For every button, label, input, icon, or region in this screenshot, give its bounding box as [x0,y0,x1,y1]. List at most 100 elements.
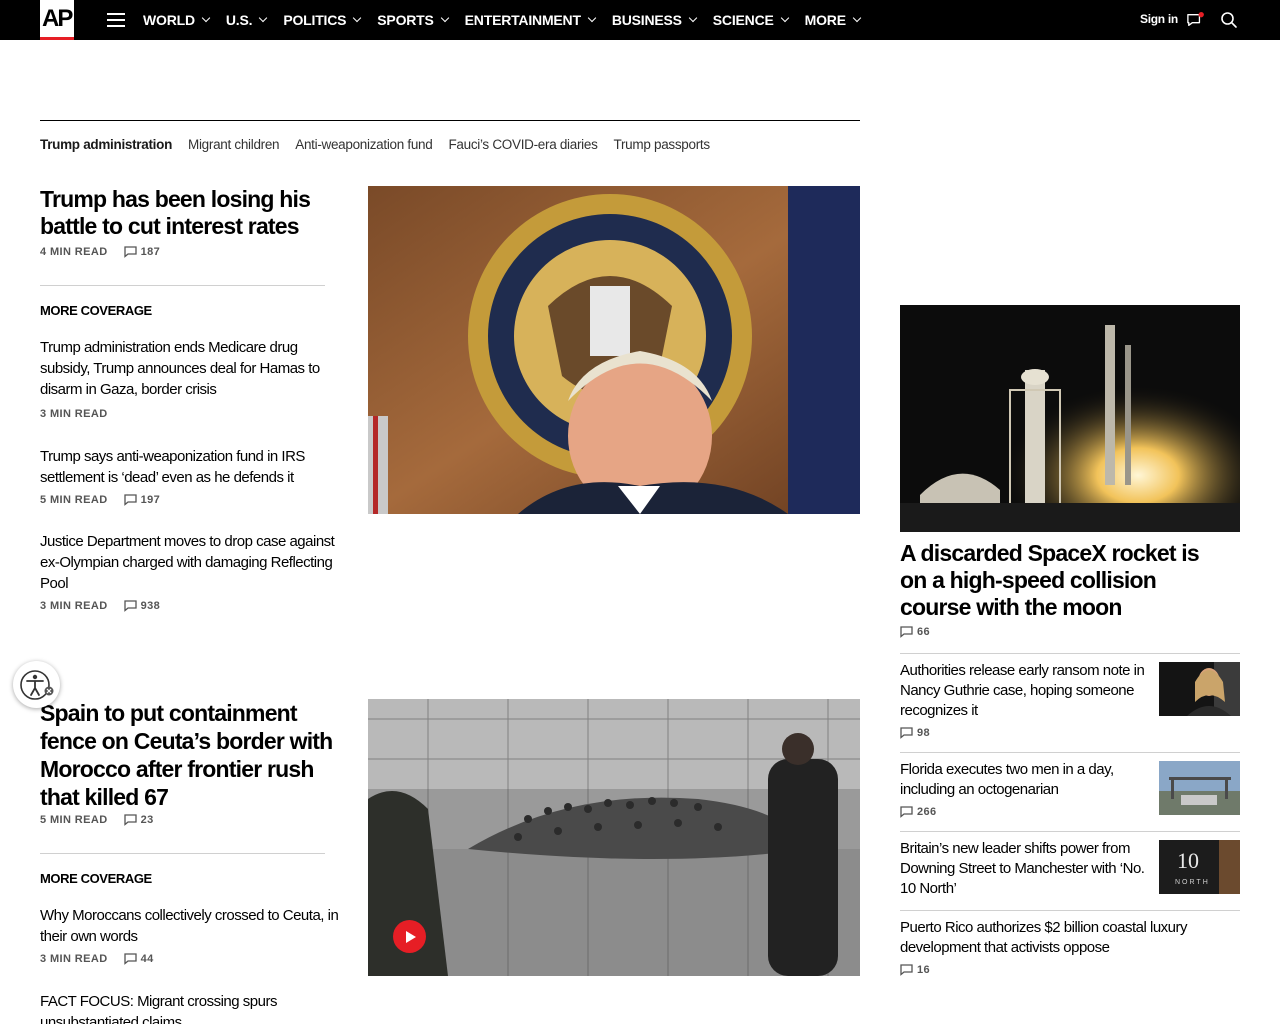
section-nav: WORLD U.S. POLITICS SPORTS ENTERTAINMENT… [143,0,877,40]
comments-link[interactable]: 266 [900,806,937,818]
read-time: 4 MIN READ [40,246,108,258]
lead-story-headline[interactable]: Trump has been losing his battle to cut … [40,186,330,240]
nav-item-us[interactable]: U.S. [226,12,268,28]
chevron-down-icon [688,13,698,23]
topic-link[interactable]: Anti-weaponization fund [295,137,433,152]
comments-link[interactable]: 187 [123,246,161,258]
story-meta: 3 MIN READ [40,408,124,420]
story-meta: 4 MIN READ 187 [40,246,160,258]
comments-link[interactable]: 23 [123,814,154,826]
menu-icon[interactable] [107,13,125,27]
nav-item-business[interactable]: BUSINESS [612,12,698,28]
more-coverage-label: MORE COVERAGE [40,303,152,318]
chevron-down-icon [780,13,789,23]
topic-strip-rule [40,120,860,121]
story-meta: 16 [900,964,930,976]
logo-text: AP [42,5,73,32]
related-story-headline[interactable]: FACT FOCUS: Migrant crossing spurs unsub… [40,991,330,1024]
search-icon[interactable] [1220,11,1238,29]
list-story-thumbnail[interactable] [1159,761,1240,815]
nav-item-more[interactable]: MORE [805,12,862,28]
nav-item-science[interactable]: SCIENCE [713,12,789,28]
comment-count: 187 [140,246,161,258]
ap-logo[interactable]: AP [40,0,74,40]
chevron-down-icon [353,13,362,23]
section-divider [40,853,325,854]
nav-item-entertainment[interactable]: ENTERTAINMENT [465,12,597,28]
nav-item-world[interactable]: WORLD [143,12,211,28]
list-story-thumbnail[interactable] [1159,662,1240,716]
story-meta: 266 [900,806,937,818]
thumb-sign-text: 10 [1177,848,1199,873]
lead-story-headline[interactable]: Spain to put containment fence on Ceuta’… [40,699,340,811]
list-story-headline[interactable]: Britain’s new leader shifts power from D… [900,839,1145,899]
comment-count: 23 [140,814,154,826]
story-meta: 5 MIN READ 197 [40,494,160,506]
related-story-headline[interactable]: Why Moroccans collectively crossed to Ce… [40,905,350,947]
comment-icon [123,600,137,612]
comments-link[interactable]: 16 [900,964,930,976]
story-meta: 5 MIN READ 23 [40,814,154,826]
comment-count: 197 [140,494,161,506]
comment-icon [900,806,913,818]
photo-spacex-launch [900,305,1240,532]
sign-in-link[interactable]: Sign in [1140,12,1178,26]
topic-strip: Trump administration Migrant children An… [40,137,726,152]
related-story-headline[interactable]: Trump administration ends Medicare drug … [40,337,345,400]
feature-story-headline[interactable]: A discarded SpaceX rocket is on a high-s… [900,540,1230,621]
comment-icon [900,964,913,976]
story-meta: 98 [900,727,930,739]
list-story-headline[interactable]: Authorities release early ransom note in… [900,661,1145,721]
comment-icon [900,626,913,638]
list-story-thumbnail[interactable]: 10 NORTH [1159,840,1240,894]
nav-item-sports[interactable]: SPORTS [377,12,449,28]
topic-link[interactable]: Fauci’s COVID-era diaries [448,137,597,152]
related-story-headline[interactable]: Justice Department moves to drop case ag… [40,531,345,594]
read-time: 5 MIN READ [40,814,108,826]
comment-count: 938 [140,600,161,612]
comments-link[interactable]: 197 [123,494,161,506]
feature-story-photo[interactable] [900,305,1240,532]
list-divider [900,752,1240,753]
comments-link[interactable]: 66 [900,626,930,638]
photo-trump-presidential-seal [368,186,860,514]
list-divider [900,910,1240,911]
nav-item-politics[interactable]: POLITICS [283,12,362,28]
read-time: 5 MIN READ [40,494,108,506]
story-meta: 3 MIN READ 44 [40,953,154,965]
comment-count: 16 [917,964,931,976]
comment-icon [123,814,137,826]
top-navigation-bar: AP WORLD U.S. POLITICS SPORTS ENTERTAINM… [0,0,1280,40]
list-story-headline[interactable]: Florida executes two men in a day, inclu… [900,760,1145,800]
accessibility-button[interactable] [13,661,60,708]
list-divider [900,831,1240,832]
comments-link[interactable]: 44 [123,953,154,965]
comment-icon [123,494,137,506]
chevron-down-icon [587,13,597,23]
related-story-headline[interactable]: Trump says anti-weaponization fund in IR… [40,446,345,488]
read-time: 3 MIN READ [40,600,108,612]
lead-story-photo[interactable] [368,186,860,514]
chevron-down-icon [201,13,211,23]
comments-link[interactable]: 98 [900,727,930,739]
list-divider [900,653,1240,654]
messages-icon[interactable] [1186,12,1204,28]
section-divider [40,285,325,286]
read-time: 3 MIN READ [40,408,108,420]
story-meta: 3 MIN READ 938 [40,600,160,612]
read-time: 3 MIN READ [40,953,108,965]
comment-icon [123,953,137,965]
list-story-headline[interactable]: Puerto Rico authorizes $2 billion coasta… [900,918,1230,958]
comment-count: 66 [917,626,931,638]
topic-link[interactable]: Trump passports [614,137,711,152]
comment-count: 266 [917,806,937,818]
play-video-button[interactable] [393,920,426,953]
topic-link[interactable]: Trump administration [40,137,172,152]
comment-count: 44 [140,953,154,965]
accessibility-icon [19,669,53,700]
lead-story-video-thumbnail[interactable] [368,699,860,976]
comments-link[interactable]: 938 [123,600,161,612]
chevron-down-icon [259,13,268,23]
topic-link[interactable]: Migrant children [188,137,280,152]
comment-icon [123,246,137,258]
